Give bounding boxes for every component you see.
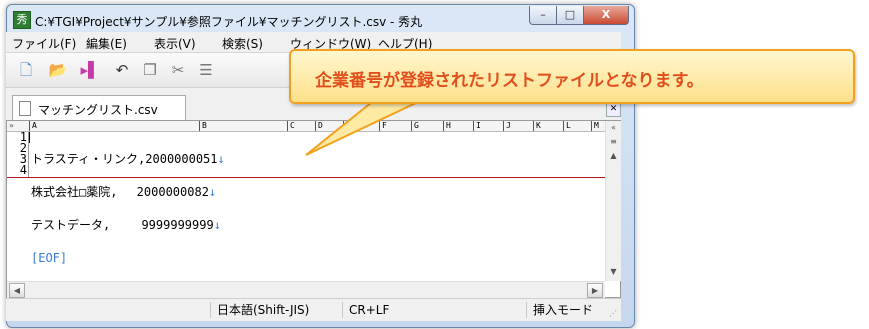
minimize-button[interactable]: – xyxy=(529,6,557,25)
ruler-col-j: J xyxy=(503,121,511,131)
newline-marker: ↓ xyxy=(217,152,225,166)
menu-edit[interactable]: 編集(E) xyxy=(86,35,127,52)
line-text: 株式会社□薬院, 2000000082 xyxy=(31,185,209,199)
hidemaru-app-icon[interactable]: 秀 xyxy=(13,11,31,29)
ruler-col-m: M xyxy=(591,121,599,131)
text-line[interactable]: 株式会社□薬院, 2000000082↓ xyxy=(31,185,225,199)
close-button[interactable]: X xyxy=(583,6,629,25)
line-text: トラスティ・リンク,2000000051 xyxy=(31,152,218,166)
document-icon xyxy=(19,101,31,116)
cut-icon[interactable]: ✂ xyxy=(168,61,188,79)
ruler-col-h: H xyxy=(443,121,451,131)
ruler-col-d: D xyxy=(315,121,323,131)
ruler-col-i: I xyxy=(473,121,481,131)
menu-file[interactable]: ファイル(F) xyxy=(12,35,76,52)
column-ruler: » A B C D E F G H I J K L M xyxy=(7,121,605,132)
text-line[interactable]: トラスティ・リンク,2000000051↓ xyxy=(31,152,225,166)
ruler-col-k: K xyxy=(533,121,541,131)
paste-icon[interactable]: ☰ xyxy=(196,61,216,79)
scroll-left-icon[interactable]: ◀ xyxy=(9,283,25,298)
resize-grip-icon[interactable]: ⋰ xyxy=(609,309,619,319)
newline-marker: ↓ xyxy=(208,185,217,199)
horizontal-scrollbar[interactable]: ◀ ▶ xyxy=(7,281,605,298)
eof-divider-line xyxy=(7,177,605,178)
split-icon[interactable]: ≡ xyxy=(607,135,620,149)
save-icon[interactable]: ▸▌ xyxy=(80,61,100,79)
ruler-scroll-right-icon[interactable]: « xyxy=(607,121,620,135)
text-editor[interactable]: » A B C D E F G H I J K L M 1 2 3 4 トラステ… xyxy=(6,120,621,298)
menu-view[interactable]: 表示(V) xyxy=(154,35,196,52)
ruler-scroll-left-icon[interactable]: » xyxy=(9,121,14,131)
editor-content[interactable]: トラスティ・リンク,2000000051↓ 株式会社□薬院, 200000008… xyxy=(31,132,225,286)
eof-marker: [EOF] xyxy=(31,251,68,265)
callout-text: 企業番号が登録されたリストファイルとなります。 xyxy=(315,71,704,91)
newline-marker: ↓ xyxy=(213,218,221,232)
undo-icon[interactable]: ↶ xyxy=(112,61,132,79)
status-newline[interactable]: CR+LF xyxy=(342,302,429,318)
line-text: テストデータ, 9999999999 xyxy=(31,218,214,232)
tab-close-icon[interactable]: ✕ xyxy=(606,102,621,117)
ruler-col-f: F xyxy=(379,121,387,131)
status-encoding[interactable]: 日本語(Shift-JIS) xyxy=(210,302,337,318)
scroll-down-icon[interactable]: ▼ xyxy=(607,265,620,279)
ruler-col-c: C xyxy=(287,121,295,131)
maximize-button[interactable]: □ xyxy=(556,6,584,25)
scroll-right-icon[interactable]: ▶ xyxy=(587,283,603,298)
text-line[interactable]: テストデータ, 9999999999↓ xyxy=(31,218,225,232)
scroll-up-icon[interactable]: ▲ xyxy=(607,149,620,163)
ruler-col-l: L xyxy=(563,121,571,131)
ruler-col-g: G xyxy=(411,121,419,131)
menu-search[interactable]: 検索(S) xyxy=(222,35,263,52)
copy-icon[interactable]: ❐ xyxy=(140,61,160,79)
tab-label: マッチングリスト.csv xyxy=(38,103,158,117)
tab-matching-list[interactable]: マッチングリスト.csv xyxy=(12,95,186,120)
vertical-scrollbar[interactable]: « ≡ ▲ ▼ xyxy=(605,121,621,281)
annotation-callout: 企業番号が登録されたリストファイルとなります。 xyxy=(289,49,855,104)
status-bar: 日本語(Shift-JIS) CR+LF 挿入モード ⋰ xyxy=(6,298,621,321)
ruler-col-e: E xyxy=(343,121,351,131)
line-number: 4 xyxy=(19,163,27,177)
line-number-gutter: 1 2 3 4 xyxy=(7,131,27,177)
text-cursor xyxy=(29,132,30,143)
title-bar[interactable]: 秀 C:¥TGI¥Project¥サンプル¥参照ファイル¥マッチングリスト.cs… xyxy=(7,5,634,35)
new-file-icon[interactable]: 🗋 xyxy=(16,61,36,79)
ruler-col-a: A xyxy=(29,121,37,131)
ruler-col-b: B xyxy=(199,121,207,131)
text-line[interactable]: [EOF] xyxy=(31,251,225,265)
status-insert-mode[interactable]: 挿入モード xyxy=(526,302,603,318)
window-title: C:¥TGI¥Project¥サンプル¥参照ファイル¥マッチングリスト.csv … xyxy=(35,15,423,29)
open-folder-icon[interactable]: 📂 xyxy=(48,61,68,79)
